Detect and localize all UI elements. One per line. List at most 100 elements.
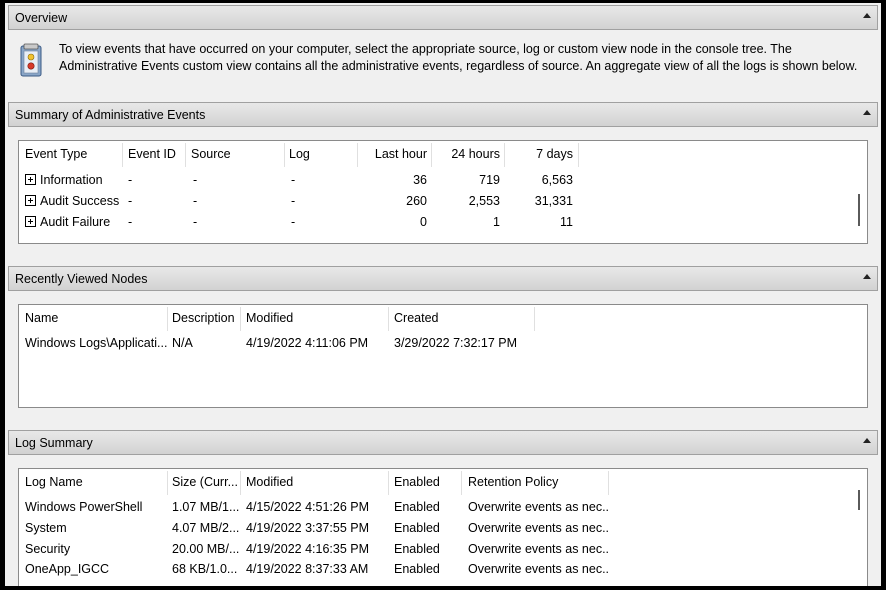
column-divider[interactable]	[167, 307, 168, 331]
node-modified: 4/19/2022 4:11:06 PM	[246, 336, 369, 350]
7-days: 11	[560, 215, 573, 229]
log-size: 1.07 MB/1...	[172, 500, 240, 514]
column-size[interactable]: Size (Curr...	[172, 469, 242, 495]
summary-header[interactable]: Summary of Administrative Events	[8, 102, 878, 127]
log-summary-header-row: Log Name Size (Curr... Modified Enabled …	[19, 469, 867, 495]
column-divider[interactable]	[578, 143, 579, 167]
log-name: Windows PowerShell	[25, 500, 143, 514]
log-enabled: Enabled	[394, 542, 440, 556]
column-divider[interactable]	[240, 471, 241, 495]
log: -	[291, 215, 296, 229]
log-summary-table[interactable]: Log Name Size (Curr... Modified Enabled …	[18, 468, 868, 586]
table-row[interactable]: OneApp_IGCC 68 KB/1.0... 4/19/2022 8:37:…	[19, 559, 867, 579]
collapse-icon[interactable]	[863, 438, 871, 443]
column-divider[interactable]	[431, 143, 432, 167]
column-divider[interactable]	[534, 307, 535, 331]
event-id: -	[128, 215, 133, 229]
source: -	[193, 215, 198, 229]
event-viewer-icon	[20, 43, 42, 77]
log-modified: 4/19/2022 3:37:55 PM	[246, 521, 370, 535]
log-summary-header[interactable]: Log Summary	[8, 430, 878, 455]
log-modified: 4/15/2022 4:51:26 PM	[246, 500, 370, 514]
log-retention: Overwrite events as nec...	[468, 500, 608, 514]
event-type: Audit Failure	[40, 215, 111, 229]
expand-icon[interactable]	[25, 216, 36, 227]
overview-description: To view events that have occurred on you…	[59, 42, 858, 73]
node-created: 3/29/2022 7:32:17 PM	[394, 336, 518, 350]
column-log-name[interactable]: Log Name	[25, 469, 165, 495]
overview-title: Overview	[15, 10, 68, 25]
log-retention: Overwrite events as nec...	[468, 521, 608, 535]
column-divider[interactable]	[388, 471, 389, 495]
column-event-id[interactable]: Event ID	[128, 141, 188, 167]
24-hours: 719	[479, 173, 500, 187]
column-divider[interactable]	[185, 143, 186, 167]
column-description[interactable]: Description	[172, 305, 242, 331]
column-last-hour[interactable]: Last hour	[359, 141, 427, 167]
log-size: 4.07 MB/2...	[172, 521, 240, 535]
column-divider[interactable]	[388, 307, 389, 331]
column-divider[interactable]	[461, 471, 462, 495]
overview-body: To view events that have occurred on you…	[8, 33, 878, 91]
log-name: System	[25, 521, 67, 535]
summary-title: Summary of Administrative Events	[15, 107, 206, 122]
column-24-hours[interactable]: 24 hours	[433, 141, 500, 167]
scrollbar-thumb[interactable]	[858, 490, 860, 510]
column-enabled[interactable]: Enabled	[394, 469, 462, 495]
column-divider[interactable]	[240, 307, 241, 331]
7-days: 31,331	[534, 194, 573, 208]
event-viewer-overview-pane: Overview To view events that have occurr…	[5, 3, 881, 586]
collapse-icon[interactable]	[863, 274, 871, 279]
log-enabled: Enabled	[394, 562, 440, 576]
column-source[interactable]: Source	[191, 141, 281, 167]
table-row[interactable]: Information - - - 36 719 6,563	[19, 170, 867, 190]
column-7-days[interactable]: 7 days	[506, 141, 573, 167]
recent-header-row: Name Description Modified Created	[19, 305, 867, 331]
last-hour: 260	[406, 194, 427, 208]
table-row[interactable]: System 4.07 MB/2... 4/19/2022 3:37:55 PM…	[19, 518, 867, 538]
event-id: -	[128, 194, 133, 208]
expand-icon[interactable]	[25, 195, 36, 206]
collapse-icon[interactable]	[863, 110, 871, 115]
log-summary-title: Log Summary	[15, 435, 93, 450]
7-days: 6,563	[541, 173, 573, 187]
column-name[interactable]: Name	[25, 305, 165, 331]
recent-title: Recently Viewed Nodes	[15, 271, 148, 286]
scrollbar-thumb[interactable]	[858, 194, 860, 226]
column-divider[interactable]	[357, 143, 358, 167]
recent-nodes-table[interactable]: Name Description Modified Created Window…	[18, 304, 868, 408]
log-name: OneApp_IGCC	[25, 562, 110, 576]
log-modified: 4/19/2022 4:16:35 PM	[246, 542, 370, 556]
column-log[interactable]: Log	[289, 141, 349, 167]
table-row[interactable]: Windows Logs\Applicati... N/A 4/19/2022 …	[19, 333, 867, 353]
column-divider[interactable]	[608, 471, 609, 495]
expand-icon[interactable]	[25, 174, 36, 185]
column-created[interactable]: Created	[394, 305, 534, 331]
last-hour: 36	[413, 173, 427, 187]
column-event-type[interactable]: Event Type	[25, 141, 121, 167]
recent-header[interactable]: Recently Viewed Nodes	[8, 266, 878, 291]
table-row[interactable]: Security 20.00 MB/... 4/19/2022 4:16:35 …	[19, 539, 867, 559]
event-type: Audit Success	[40, 194, 120, 208]
column-modified[interactable]: Modified	[246, 469, 386, 495]
log-retention: Overwrite events as nec...	[468, 562, 608, 576]
column-divider[interactable]	[504, 143, 505, 167]
log-size: 20.00 MB/...	[172, 542, 240, 556]
table-row[interactable]: Audit Failure - - - 0 1 11	[19, 212, 867, 232]
table-row[interactable]: Windows PowerShell 1.07 MB/1... 4/15/202…	[19, 497, 867, 517]
log-modified: 4/19/2022 8:37:33 AM	[246, 562, 369, 576]
overview-header[interactable]: Overview	[8, 5, 878, 30]
log-enabled: Enabled	[394, 521, 440, 535]
log-name: Security	[25, 542, 71, 556]
column-divider[interactable]	[167, 471, 168, 495]
column-retention-policy[interactable]: Retention Policy	[468, 469, 608, 495]
last-hour: 0	[420, 215, 427, 229]
column-divider[interactable]	[284, 143, 285, 167]
log-enabled: Enabled	[394, 500, 440, 514]
collapse-icon[interactable]	[863, 13, 871, 18]
summary-table[interactable]: Event Type Event ID Source Log Last hour…	[18, 140, 868, 244]
24-hours: 1	[493, 215, 500, 229]
column-divider[interactable]	[122, 143, 123, 167]
column-modified[interactable]: Modified	[246, 305, 386, 331]
table-row[interactable]: Audit Success - - - 260 2,553 31,331	[19, 191, 867, 211]
